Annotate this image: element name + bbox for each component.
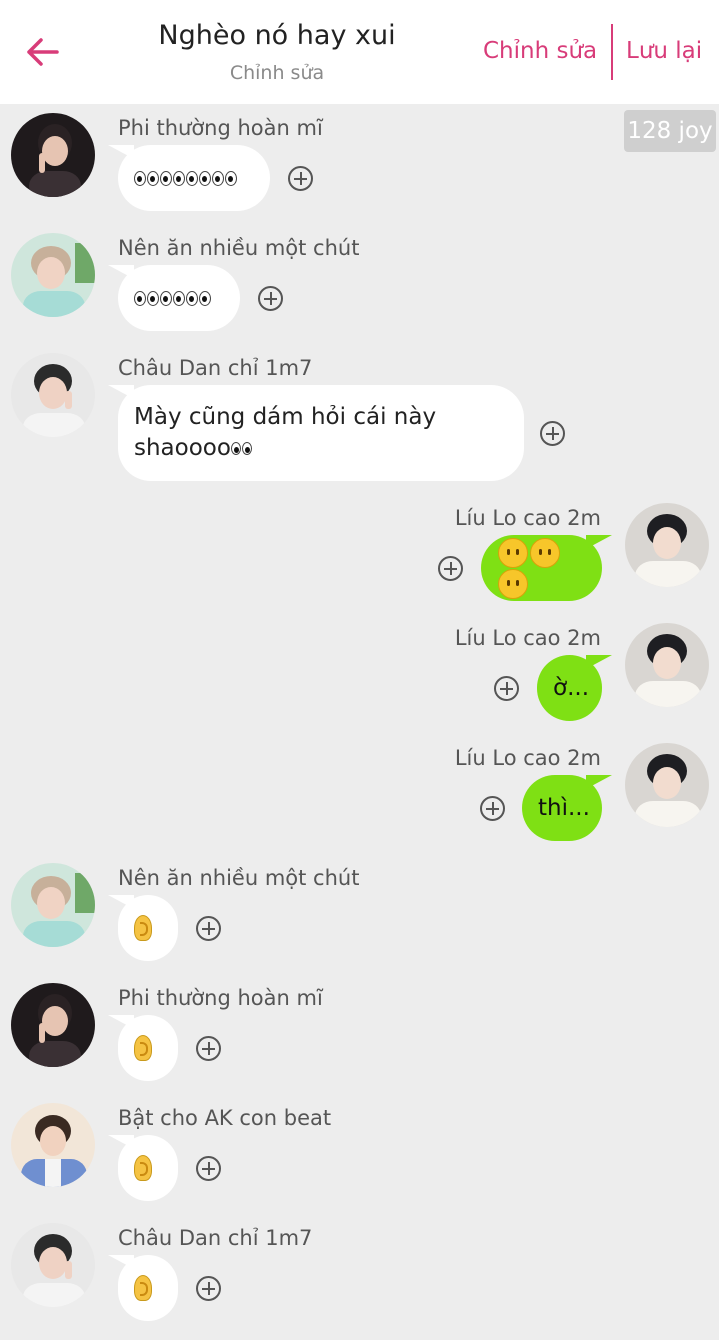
message-row: Líu Lo cao 2m thì...	[0, 743, 719, 863]
avatar[interactable]	[11, 863, 95, 947]
message-bubble[interactable]	[108, 895, 178, 961]
message-row: Châu Dan chỉ 1m7	[0, 1223, 719, 1340]
eyes-emoji-icon	[134, 283, 212, 314]
sender-name: Nên ăn nhiều một chút	[118, 866, 360, 890]
message-bubble[interactable]	[108, 1015, 178, 1081]
message-row: Nên ăn nhiều một chút	[0, 233, 719, 353]
add-reaction-button[interactable]	[494, 676, 519, 701]
message-bubble[interactable]: Mày cũng dám hỏi cái này shaoooo	[108, 385, 524, 481]
avatar[interactable]	[11, 1103, 95, 1187]
sender-name: Líu Lo cao 2m	[454, 626, 601, 650]
message-bubble[interactable]: ờ...	[537, 655, 612, 721]
save-button[interactable]: Lưu lại	[626, 38, 702, 64]
add-reaction-button[interactable]	[196, 1276, 221, 1301]
add-reaction-button[interactable]	[438, 556, 463, 581]
message-bubble[interactable]	[108, 145, 270, 211]
message-row: Nên ăn nhiều một chút	[0, 863, 719, 983]
message-row: Bật cho AK con beat	[0, 1103, 719, 1223]
add-reaction-button[interactable]	[480, 796, 505, 821]
message-bubble[interactable]	[108, 265, 240, 331]
avatar[interactable]	[625, 503, 709, 587]
message-row: Líu Lo cao 2m ờ...	[0, 623, 719, 743]
avatar[interactable]	[11, 113, 95, 197]
avatar[interactable]	[11, 983, 95, 1067]
message-bubble[interactable]	[481, 535, 612, 601]
message-row: Phi thường hoàn mĩ	[0, 983, 719, 1103]
sender-name: Nên ăn nhiều một chút	[118, 236, 360, 260]
sender-name: Châu Dan chỉ 1m7	[118, 1226, 313, 1250]
avatar[interactable]	[625, 743, 709, 827]
header-divider	[611, 24, 613, 80]
ear-emoji-icon	[134, 1273, 152, 1304]
edit-button[interactable]: Chỉnh sửa	[483, 38, 597, 64]
back-button[interactable]	[20, 28, 64, 76]
avatar[interactable]	[625, 623, 709, 707]
chat-title: Nghèo nó hay xui	[158, 20, 396, 51]
message-text: thì...	[538, 794, 590, 821]
eyes-emoji-icon	[134, 163, 238, 194]
add-reaction-button[interactable]	[288, 166, 313, 191]
ear-emoji-icon	[134, 1153, 152, 1184]
ear-emoji-icon	[134, 913, 152, 944]
avatar[interactable]	[11, 1223, 95, 1307]
sender-name: Líu Lo cao 2m	[454, 506, 601, 530]
message-bubble[interactable]: thì...	[522, 775, 612, 841]
message-text: Mày cũng dám hỏi cái này shaoooo	[134, 404, 437, 461]
message-row: Líu Lo cao 2m	[0, 503, 719, 623]
add-reaction-button[interactable]	[540, 421, 565, 446]
arrow-left-icon	[27, 38, 59, 66]
add-reaction-button[interactable]	[196, 916, 221, 941]
neutral-face-emoji-icon	[497, 537, 586, 599]
eyes-emoji-icon	[230, 435, 253, 461]
add-reaction-button[interactable]	[196, 1036, 221, 1061]
sender-name: Bật cho AK con beat	[118, 1106, 332, 1130]
message-bubble[interactable]	[108, 1255, 178, 1321]
sender-name: Líu Lo cao 2m	[454, 746, 601, 770]
sender-name: Phi thường hoàn mĩ	[118, 986, 323, 1010]
message-row: Châu Dan chỉ 1m7 Mày cũng dám hỏi cái nà…	[0, 353, 719, 493]
add-reaction-button[interactable]	[196, 1156, 221, 1181]
sender-name: Châu Dan chỉ 1m7	[118, 356, 313, 380]
add-reaction-button[interactable]	[258, 286, 283, 311]
avatar[interactable]	[11, 233, 95, 317]
top-bar: Nghèo nó hay xui Chỉnh sửa Chỉnh sửa Lưu…	[0, 0, 719, 104]
message-bubble[interactable]	[108, 1135, 178, 1201]
chat-subtitle: Chỉnh sửa	[229, 62, 325, 84]
avatar[interactable]	[11, 353, 95, 437]
sender-name: Phi thường hoàn mĩ	[118, 116, 323, 140]
message-text: ờ...	[553, 674, 590, 701]
ear-emoji-icon	[134, 1033, 152, 1064]
message-row: Phi thường hoàn mĩ	[0, 113, 719, 233]
